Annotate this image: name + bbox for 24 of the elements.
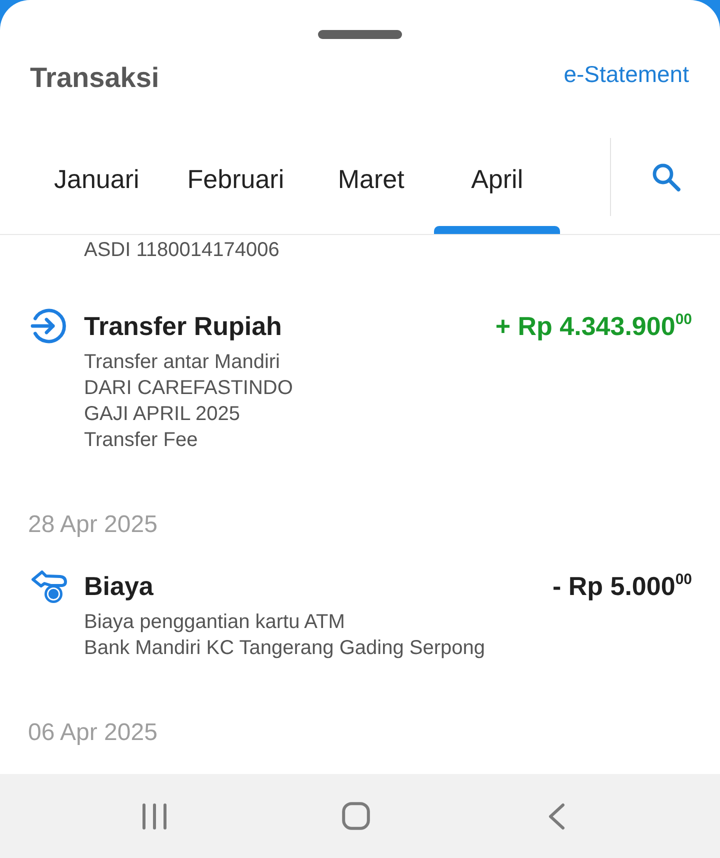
month-tab[interactable]: Februari — [163, 138, 308, 234]
drag-handle[interactable] — [318, 30, 402, 39]
description-line: Biaya penggantian kartu ATM — [84, 610, 346, 635]
search-icon[interactable] — [650, 162, 680, 192]
month-tab[interactable]: Maret — [308, 138, 434, 234]
description-line: Bank Mandiri KC Tangerang Gading Serpong — [84, 636, 486, 661]
description-line: Transfer Fee — [84, 428, 199, 453]
description-line: ASDI 1180014174006 — [83, 238, 280, 263]
sheet-title: Transaksi — [30, 61, 160, 95]
transaction-title: Biaya — [84, 570, 154, 603]
description-line: Transfer antar Mandiri — [84, 350, 281, 375]
transaction-amount: - Rp 5.000$^{00}$ — [552, 570, 692, 603]
month-tab[interactable]: April — [434, 138, 560, 234]
description-line: GAJI APRIL 2025 — [84, 402, 242, 427]
home-icon[interactable] — [342, 802, 370, 830]
date-heading: 06 Apr 2025 — [27, 718, 158, 748]
description-line: DARI CAREFASTINDO — [84, 376, 294, 401]
back-icon[interactable] — [548, 802, 565, 830]
date-heading: 28 Apr 2025 — [27, 510, 158, 540]
recents-icon[interactable] — [142, 802, 167, 830]
transaction-title: Transfer Rupiah — [84, 310, 282, 343]
e-statement-link[interactable]: e-Statement — [564, 60, 689, 96]
transaction-amount: + Rp 4.343.900$^{00}$ — [495, 310, 692, 343]
month-tab[interactable]: Januari — [30, 138, 164, 234]
